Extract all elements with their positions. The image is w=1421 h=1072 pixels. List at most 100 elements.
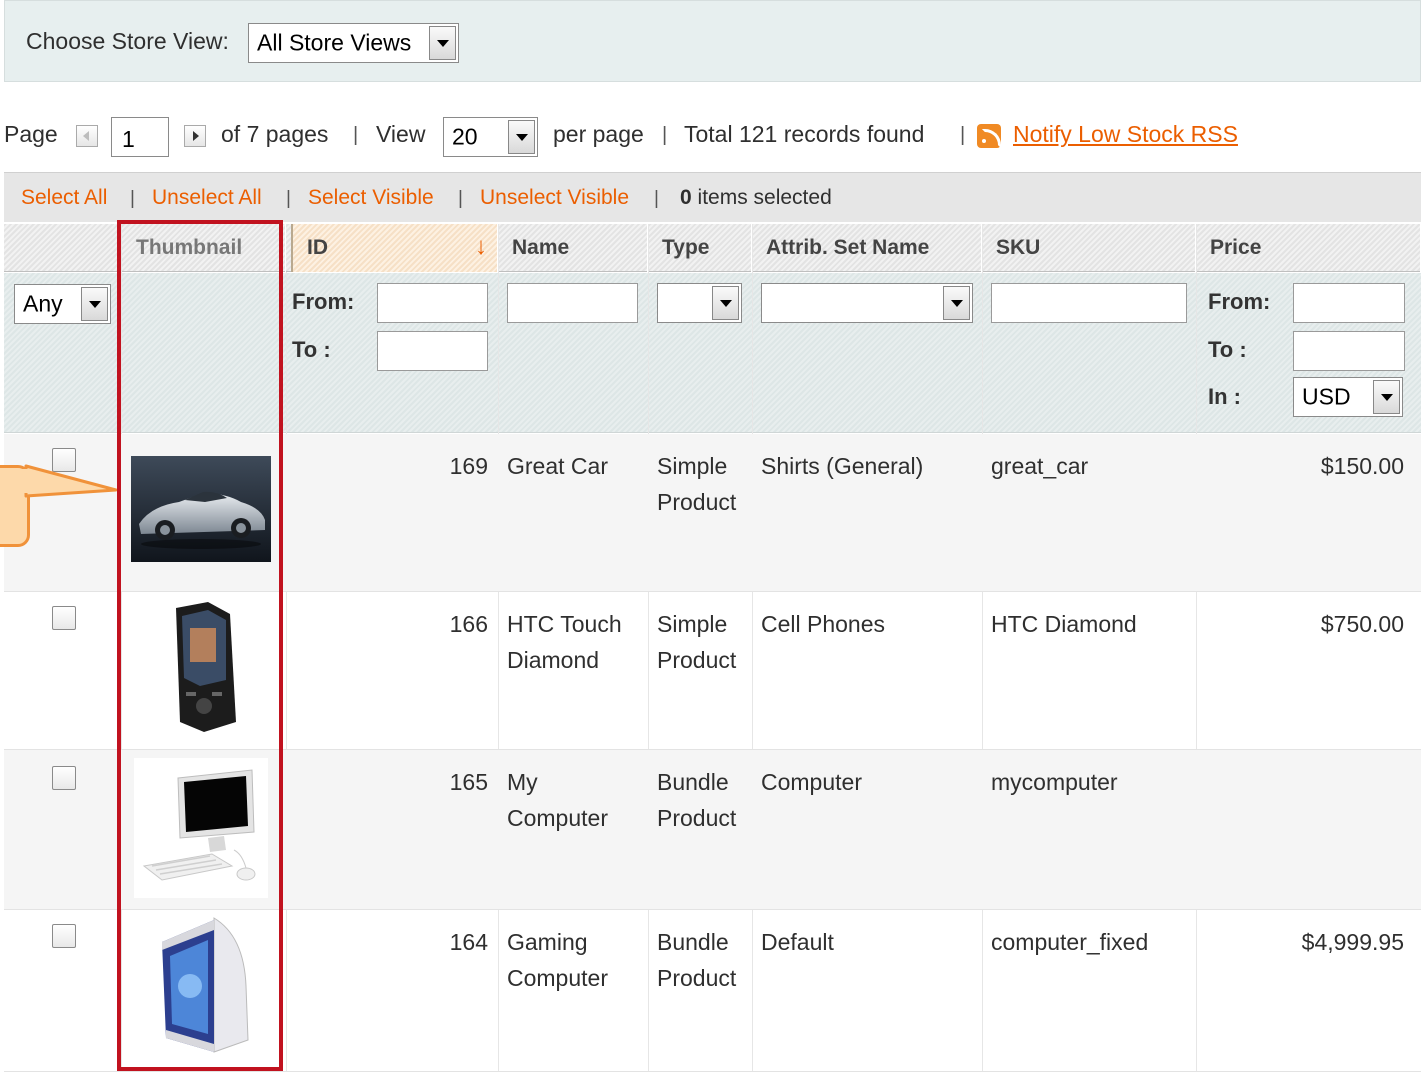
cell-id: 169	[449, 453, 488, 479]
cell-id: 165	[449, 769, 488, 795]
store-switcher-bar: Choose Store View: All Store Views	[4, 0, 1421, 82]
phone-thumbnail	[176, 602, 236, 732]
sort-descending-icon: ↓	[475, 233, 487, 260]
cell-sku: computer_fixed	[991, 929, 1149, 955]
name-filter-input[interactable]	[507, 283, 638, 323]
page-label: Page	[4, 121, 58, 147]
cell-name: Gaming Computer	[507, 929, 608, 991]
row-select-checkbox[interactable]	[52, 766, 76, 790]
select-visible-link[interactable]: Select Visible	[308, 186, 434, 210]
cell-name: Great Car	[507, 453, 608, 479]
header-sku-label: SKU	[996, 236, 1041, 259]
header-price-label: Price	[1210, 236, 1262, 259]
header-id-label: ID	[307, 236, 328, 259]
header-id[interactable]: ID ↓	[291, 224, 498, 272]
header-thumbnail-label: Thumbnail	[136, 236, 243, 259]
price-to-label: To :	[1208, 337, 1247, 362]
cell-sku: mycomputer	[991, 769, 1118, 795]
car-thumbnail	[131, 456, 271, 562]
massaction-filter-select[interactable]: Any	[14, 284, 111, 324]
table-row[interactable]: 169 Great Car Simple Product Shirts (Gene…	[4, 434, 1421, 592]
chevron-down-icon	[943, 286, 970, 320]
massaction-separator: |	[130, 188, 135, 209]
table-row[interactable]: 166 HTC Touch Diamond Simple Product Cell …	[4, 592, 1421, 750]
pager-separator: |	[353, 124, 359, 146]
chevron-down-icon	[1373, 380, 1400, 414]
chevron-down-icon	[712, 286, 739, 320]
unselect-all-link[interactable]: Unselect All	[152, 186, 262, 210]
store-view-selected: All Store Views	[257, 29, 412, 56]
header-massaction	[4, 224, 122, 272]
cell-type: Bundle Product	[657, 929, 737, 991]
price-from-label: From:	[1208, 289, 1271, 314]
header-attrib-set-label: Attrib. Set Name	[766, 236, 930, 259]
header-type-label: Type	[662, 236, 710, 259]
store-view-label: Choose Store View:	[26, 28, 229, 54]
per-page-label: per page	[553, 121, 644, 147]
cell-type: Simple Product	[657, 453, 737, 515]
notify-low-stock-rss-link[interactable]: Notify Low Stock RSS	[1013, 121, 1238, 148]
desktop-computer-thumbnail	[134, 758, 268, 898]
total-records-text: Total 121 records found	[684, 121, 925, 147]
select-all-link[interactable]: Select All	[21, 186, 107, 210]
price-from-input[interactable]	[1293, 283, 1405, 323]
cell-price: $4,999.95	[1301, 929, 1404, 955]
unselect-visible-link[interactable]: Unselect Visible	[480, 186, 629, 210]
cell-price: $150.00	[1320, 453, 1404, 479]
chevron-down-icon	[81, 287, 108, 321]
per-page-selected: 20	[452, 123, 478, 150]
header-name-label: Name	[512, 236, 570, 259]
header-attrib-set[interactable]: Attrib. Set Name	[752, 224, 982, 272]
cell-attrib-set: Default	[761, 929, 834, 955]
view-label: View	[376, 121, 426, 147]
price-to-input[interactable]	[1293, 331, 1405, 371]
header-type[interactable]: Type	[648, 224, 752, 272]
grid-pager: Page 1 of 7 pages | View 20 per page | T…	[0, 108, 1421, 164]
grid-header: Thumbnail ID ↓ Name Type Attrib. Set Nam…	[4, 224, 1421, 272]
header-thumbnail[interactable]: Thumbnail	[122, 224, 286, 272]
table-row[interactable]: 164 Gaming Computer Bundle Product Default…	[4, 910, 1421, 1072]
id-to-label: To :	[292, 337, 331, 362]
cell-sku: great_car	[991, 453, 1089, 479]
massaction-separator: |	[286, 188, 291, 209]
per-page-select[interactable]: 20	[443, 117, 538, 157]
chevron-down-icon	[508, 120, 535, 154]
cell-attrib-set: Computer	[761, 769, 862, 795]
rss-icon[interactable]	[977, 124, 1001, 148]
header-price[interactable]: Price	[1196, 224, 1421, 272]
attrib-set-filter-select[interactable]	[761, 283, 973, 323]
header-name[interactable]: Name	[498, 224, 648, 272]
previous-page-icon[interactable]	[76, 125, 98, 147]
type-filter-select[interactable]	[657, 283, 742, 323]
cell-attrib-set: Cell Phones	[761, 611, 886, 637]
price-currency-select[interactable]: USD	[1293, 377, 1403, 417]
callout-pointer-icon	[18, 464, 118, 498]
page-count-text: of 7 pages	[221, 121, 329, 147]
cell-sku: HTC Diamond	[991, 611, 1137, 637]
cell-attrib-set: Shirts (General)	[761, 453, 924, 479]
table-row[interactable]: 165 My Computer Bundle Product Computer my…	[4, 750, 1421, 910]
grid-filter-row: Any From: To : From: To : In : USD	[4, 273, 1421, 433]
cell-name: My Computer	[507, 769, 608, 831]
price-currency-label: In :	[1208, 384, 1241, 409]
cell-id: 166	[449, 611, 488, 637]
chevron-down-icon	[429, 26, 456, 60]
cell-name: HTC Touch Diamond	[507, 611, 622, 673]
header-sku[interactable]: SKU	[982, 224, 1196, 272]
id-from-input[interactable]	[377, 283, 488, 323]
massaction-separator: |	[458, 188, 463, 209]
row-select-checkbox[interactable]	[52, 606, 76, 630]
cell-price: $750.00	[1320, 611, 1404, 637]
cell-id: 164	[449, 929, 488, 955]
massaction-separator: |	[654, 188, 659, 209]
cell-type: Simple Product	[657, 611, 737, 673]
row-select-checkbox[interactable]	[52, 924, 76, 948]
page-number-input[interactable]: 1	[111, 117, 169, 157]
store-view-select[interactable]: All Store Views	[248, 23, 459, 63]
next-page-icon[interactable]	[184, 125, 206, 147]
cell-type: Bundle Product	[657, 769, 737, 831]
items-selected-count: 0 items selected	[680, 186, 832, 209]
massaction-filter-selected: Any	[23, 290, 63, 317]
id-to-input[interactable]	[377, 331, 488, 371]
sku-filter-input[interactable]	[991, 283, 1187, 323]
